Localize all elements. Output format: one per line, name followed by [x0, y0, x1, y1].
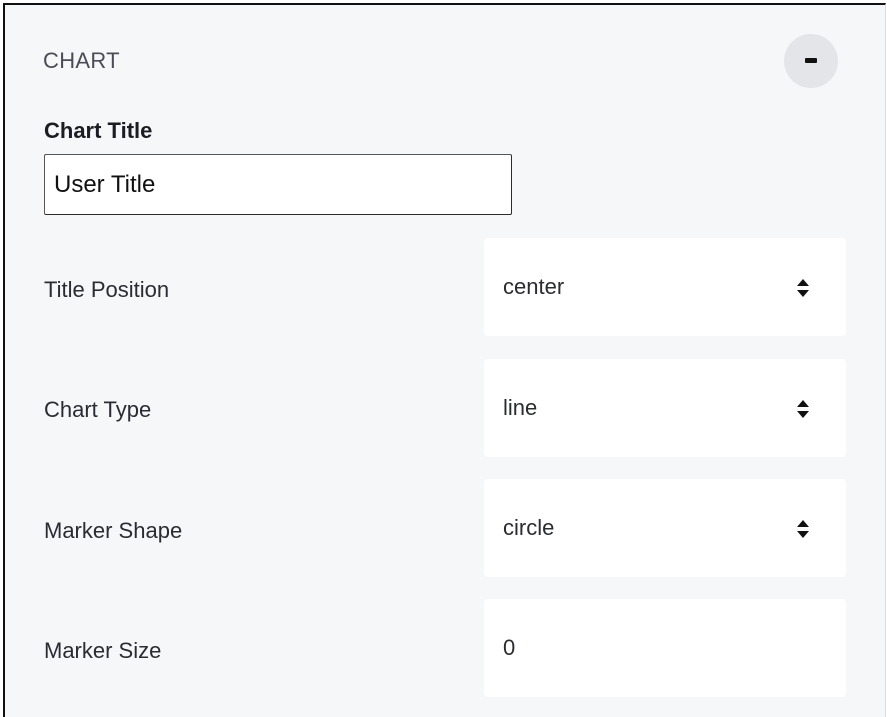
- chart-title-label: Chart Title: [44, 118, 153, 143]
- chart-title-input[interactable]: [44, 154, 512, 215]
- marker-shape-label: Marker Shape: [44, 518, 183, 543]
- marker-shape-select[interactable]: circle: [484, 479, 846, 577]
- collapse-section-button[interactable]: [784, 34, 838, 88]
- marker-size-label: Marker Size: [44, 638, 162, 663]
- chart-type-label: Chart Type: [44, 397, 152, 422]
- marker-size-input[interactable]: 0: [484, 599, 846, 697]
- title-position-select[interactable]: center: [484, 238, 846, 336]
- title-position-label: Title Position: [44, 277, 170, 302]
- minus-icon: [805, 58, 817, 63]
- select-arrows-icon: [797, 400, 809, 418]
- section-title: CHART: [43, 48, 120, 73]
- select-arrows-icon: [797, 279, 809, 297]
- marker-size-value: 0: [503, 635, 516, 660]
- screenshot-frame: CHART Chart Title Title Position center …: [0, 0, 887, 717]
- title-position-value: center: [503, 274, 565, 299]
- chart-type-select[interactable]: line: [484, 359, 846, 457]
- marker-shape-value: circle: [503, 515, 555, 540]
- chart-type-value: line: [503, 395, 538, 420]
- select-arrows-icon: [797, 520, 809, 538]
